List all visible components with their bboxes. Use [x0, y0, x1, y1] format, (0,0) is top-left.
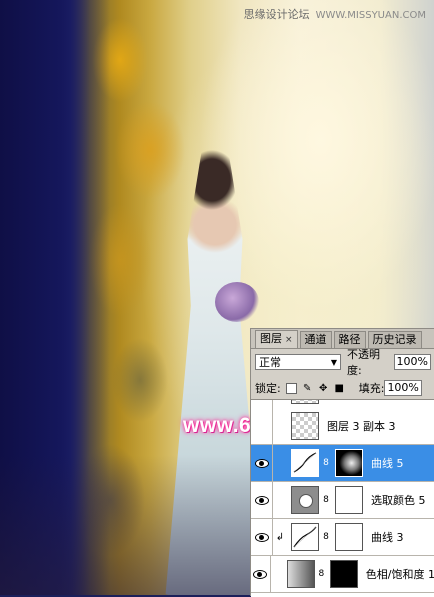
layer-mask-thumbnail[interactable] — [335, 523, 363, 551]
watermark-text: 思缘设计论坛 — [243, 8, 310, 21]
tab-channels[interactable]: 通道 — [299, 331, 332, 348]
watermark-site: WWW.MISSYUAN.COM — [315, 10, 426, 21]
hue-saturation-adjustment-icon — [286, 560, 315, 588]
selective-color-adjustment-icon — [291, 486, 319, 514]
eye-icon — [254, 458, 269, 468]
layer-name: 曲线 3 — [371, 531, 404, 544]
layer-thumbnail — [291, 400, 319, 404]
chevron-down-icon: ▼ — [330, 357, 338, 367]
layer-mask-thumbnail[interactable] — [335, 486, 363, 514]
clipping-arrow-icon: ↲ — [275, 531, 285, 543]
visibility-toggle[interactable] — [251, 445, 273, 481]
layer-row-selected[interactable]: 8 曲线 5 — [251, 445, 434, 482]
lock-move-icon[interactable]: ✥ — [318, 383, 329, 394]
link-icon[interactable]: 8 — [321, 532, 331, 542]
eye-icon — [254, 532, 269, 542]
layer-row[interactable]: 8 选取颜色 5 — [251, 482, 434, 519]
layers-panel: 图层 × 通道 路径 历史记录 正常 ▼ 不透明度: 100% 锁定: ✎ ✥ ■… — [250, 328, 434, 597]
tab-layers[interactable]: 图层 × — [255, 330, 298, 348]
visibility-toggle[interactable] — [251, 556, 271, 592]
layer-thumbnail — [291, 412, 319, 440]
blend-mode-value: 正常 — [259, 356, 281, 369]
bouquet — [215, 282, 259, 322]
visibility-empty[interactable] — [251, 408, 273, 444]
lock-brush-icon[interactable]: ✎ — [302, 383, 313, 394]
tab-layers-label: 图层 — [260, 332, 282, 345]
close-icon[interactable]: × — [285, 335, 293, 345]
layers-list[interactable]: 图层 3 副本 3 8 曲线 5 8 选取颜色 5 ↲ 8 曲线 3 8 色相/… — [251, 399, 434, 597]
fill-input[interactable]: 100% — [384, 380, 422, 396]
eye-icon — [253, 569, 268, 579]
layer-row[interactable]: 8 色相/饱和度 1 — [251, 556, 434, 593]
lock-transparency-icon[interactable] — [285, 382, 297, 394]
eye-icon — [254, 495, 269, 505]
visibility-toggle[interactable] — [251, 482, 273, 518]
tab-history-label: 历史记录 — [372, 333, 417, 346]
visibility-toggle[interactable] — [251, 519, 273, 555]
layer-name: 曲线 5 — [371, 457, 404, 470]
layer-name: 色相/饱和度 1 — [365, 568, 434, 581]
visibility-empty[interactable] — [251, 400, 273, 408]
panel-tabs: 图层 × 通道 路径 历史记录 — [251, 329, 434, 349]
link-icon[interactable]: 8 — [321, 458, 331, 468]
layer-mask-thumbnail[interactable] — [329, 560, 358, 588]
layer-row[interactable]: 图层 3 副本 3 — [251, 408, 434, 445]
link-icon[interactable]: 8 — [317, 569, 326, 579]
layer-name: 图层 3 副本 3 — [327, 420, 396, 433]
tab-paths-label: 路径 — [338, 333, 361, 346]
blend-mode-select[interactable]: 正常 ▼ — [255, 354, 342, 370]
opacity-label: 不透明度: — [347, 348, 381, 377]
tab-channels-label: 通道 — [304, 333, 327, 346]
lock-row: 锁定: ✎ ✥ ■ 填充: 100% — [255, 379, 431, 397]
curves-adjustment-icon — [291, 449, 319, 477]
layer-mask-thumbnail[interactable] — [335, 449, 363, 477]
layer-name: 选取颜色 5 — [371, 494, 426, 507]
curves-adjustment-icon — [291, 523, 319, 551]
blend-row: 正常 ▼ 不透明度: 100% — [255, 348, 431, 377]
link-icon[interactable]: 8 — [321, 495, 331, 505]
opacity-input[interactable]: 100% — [393, 354, 431, 370]
fill-label: 填充: — [358, 382, 385, 395]
lock-all-icon[interactable]: ■ — [334, 383, 345, 394]
layer-row[interactable]: ↲ 8 曲线 3 — [251, 519, 434, 556]
lock-label: 锁定: — [255, 382, 281, 395]
site-watermark: 思缘设计论坛 WWW.MISSYUAN.COM — [244, 6, 426, 22]
